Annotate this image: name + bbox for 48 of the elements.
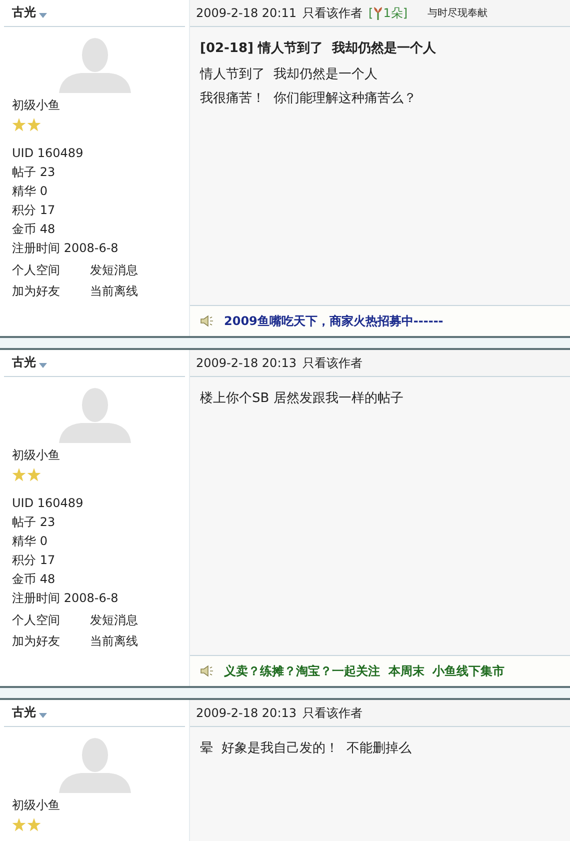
author-name[interactable]: 古光 xyxy=(12,4,36,21)
speaker-icon xyxy=(200,665,214,677)
profile-link[interactable]: 个人空间 xyxy=(12,612,90,629)
caret-icon[interactable] xyxy=(39,13,47,19)
author-name[interactable]: 古光 xyxy=(12,704,36,721)
post-date: 2009-2-18 20:11 xyxy=(196,6,296,20)
signature-note: 与时尽现奉献 xyxy=(428,6,488,20)
avatar-icon xyxy=(56,35,132,93)
author-name[interactable]: 古光 xyxy=(12,354,36,371)
speaker-icon xyxy=(200,315,214,327)
sprout-icon xyxy=(373,6,384,20)
user-rank: 初级小鱼 xyxy=(12,797,61,814)
profile-field: 金币 48 xyxy=(12,570,177,589)
profile-field: 帖子 23 xyxy=(12,163,177,182)
post-title: [02-18] 情人节到了 我却仍然是一个人 xyxy=(200,40,438,57)
user-rank: 初级小鱼 xyxy=(12,447,61,464)
profile-field: 积分 17 xyxy=(12,551,177,570)
profile-link[interactable]: 当前离线 xyxy=(90,283,168,300)
profile-field: 积分 17 xyxy=(12,201,177,220)
user-rank: 初级小鱼 xyxy=(12,97,61,114)
post-text: 楼上你个SB 居然发跟我一样的帖子 xyxy=(200,390,404,408)
post-text: 情人节到了 我却仍然是一个人 xyxy=(200,66,378,84)
view-author-link[interactable]: 只看该作者 xyxy=(302,704,362,722)
avatar-icon xyxy=(56,385,132,443)
profile-field: UID 160489 xyxy=(12,494,177,513)
profile-field: 注册时间 2008-6-8 xyxy=(12,589,177,608)
flower-count[interactable]: [ 1朵] xyxy=(368,4,408,22)
profile-link[interactable]: 个人空间 xyxy=(12,262,90,279)
post-date: 2009-2-18 20:13 xyxy=(196,706,296,720)
profile-field: 注册时间 2008-6-8 xyxy=(12,239,177,258)
profile-link[interactable]: 发短消息 xyxy=(90,612,168,629)
caret-icon[interactable] xyxy=(39,713,47,719)
profile-link[interactable]: 当前离线 xyxy=(90,633,168,650)
post-text: 我很痛苦！ 你们能理解这种痛苦么？ xyxy=(200,90,418,108)
view-author-link[interactable]: 只看该作者 xyxy=(302,4,362,22)
profile-field: 精华 0 xyxy=(12,182,177,201)
view-author-link[interactable]: 只看该作者 xyxy=(302,354,362,372)
caret-icon[interactable] xyxy=(39,363,47,369)
profile-field: 精华 0 xyxy=(12,532,177,551)
profile-link[interactable]: 发短消息 xyxy=(90,262,168,279)
profile-link[interactable]: 加为好友 xyxy=(12,633,90,650)
profile-link[interactable]: 加为好友 xyxy=(12,283,90,300)
avatar-icon xyxy=(56,735,132,793)
profile-field: 金币 48 xyxy=(12,220,177,239)
post-text: 晕 好象是我自己发的！ 不能删掉么 xyxy=(200,740,413,758)
post-date: 2009-2-18 20:13 xyxy=(196,356,296,370)
profile-field: 帖子 23 xyxy=(12,513,177,532)
profile-field: UID 160489 xyxy=(12,144,177,163)
